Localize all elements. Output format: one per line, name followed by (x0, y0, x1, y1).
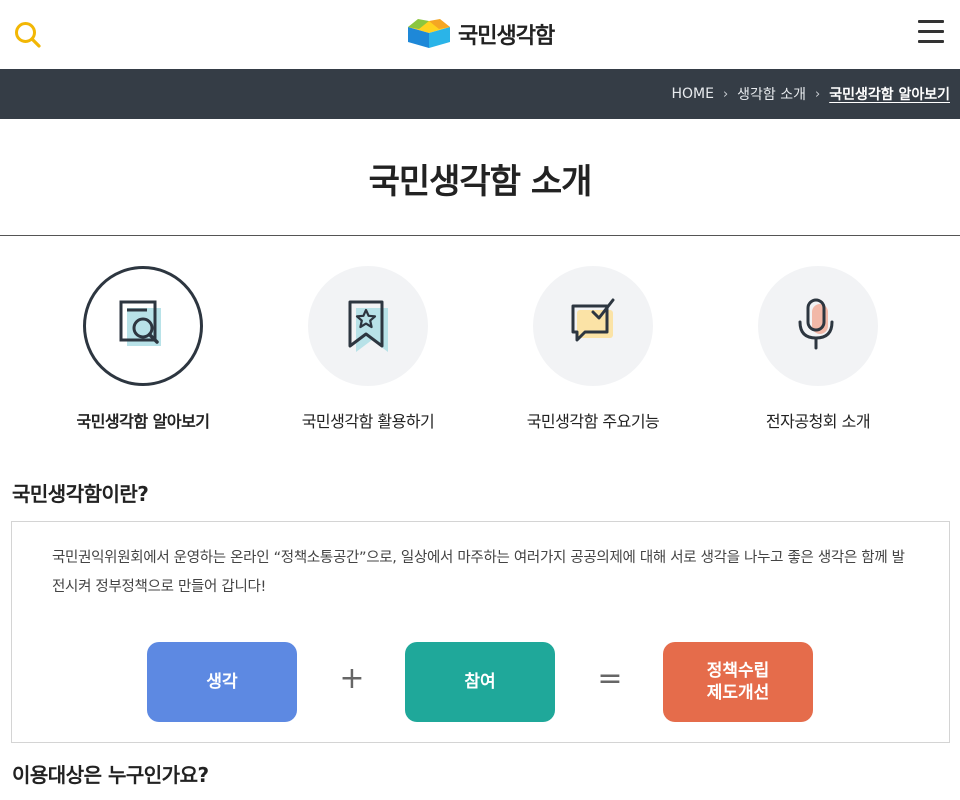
logo-box-icon (408, 19, 450, 48)
plus-icon: + (339, 661, 365, 696)
nav-label: 전자공청회 소개 (765, 412, 871, 431)
search-icon (15, 22, 41, 48)
breadcrumb-current[interactable]: 국민생각함 알아보기 (829, 84, 950, 104)
chevron-right-icon: › (722, 86, 729, 102)
formula-term-participate: 참여 (405, 642, 555, 722)
nav-item-features[interactable]: 국민생각함 주요기능 (493, 266, 693, 432)
intro-description: 국민권익위원회에서 운영하는 온라인 “정책소통공간”으로, 일상에서 마주하는… (52, 550, 905, 595)
formula-term-think: 생각 (147, 642, 297, 722)
nav-icon-circle (83, 266, 203, 386)
section-heading-what: 국민생각함이란? (12, 482, 149, 506)
document-search-icon (119, 300, 161, 346)
page-title: 국민생각함 소개 (368, 162, 593, 202)
nav-label: 국민생각함 알아보기 (76, 412, 210, 431)
logo-text: 국민생각함 (458, 24, 555, 49)
title-divider (0, 235, 960, 236)
nav-icon-circle (308, 266, 428, 386)
formula-result: 정책수립 제도개선 (663, 642, 813, 722)
nav-item-hearing[interactable]: 전자공청회 소개 (718, 266, 918, 432)
nav-item-usage[interactable]: 국민생각함 활용하기 (268, 266, 468, 432)
nav-icon-circle (533, 266, 653, 386)
bookmark-star-icon (348, 300, 388, 352)
nav-icon-circle (758, 266, 878, 386)
chevron-right-icon: › (815, 86, 821, 102)
equals-icon: = (597, 661, 623, 696)
nav-label: 국민생각함 주요기능 (526, 412, 660, 431)
menu-button[interactable] (918, 20, 946, 48)
nav-label: 국민생각함 활용하기 (301, 412, 435, 431)
section-heading-target: 이용대상은 누구인가요? (12, 763, 209, 787)
breadcrumb: HOME › 생각함 소개 › 국민생각함 알아보기 (671, 69, 950, 119)
breadcrumb-intro[interactable]: 생각함 소개 (737, 84, 806, 104)
site-logo[interactable]: 국민생각함 (406, 17, 555, 51)
search-button[interactable] (12, 19, 44, 51)
microphone-icon (798, 298, 834, 350)
intro-box: 국민권익위원회에서 운영하는 온라인 “정책소통공간”으로, 일상에서 마주하는… (11, 521, 950, 743)
chat-check-icon (571, 298, 615, 342)
breadcrumb-bar: HOME › 생각함 소개 › 국민생각함 알아보기 (0, 69, 960, 119)
nav-item-about[interactable]: 국민생각함 알아보기 (43, 266, 243, 432)
hamburger-menu-icon (918, 20, 946, 43)
top-header: 국민생각함 (0, 0, 960, 69)
breadcrumb-home[interactable]: HOME (671, 86, 713, 102)
